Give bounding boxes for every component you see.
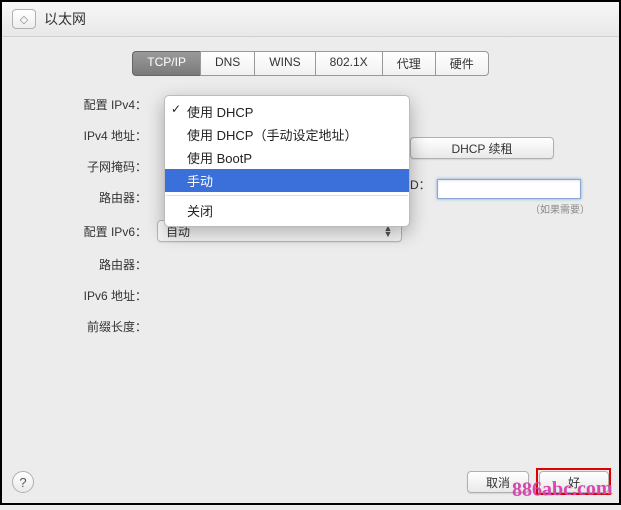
back-icon[interactable]: ◇	[12, 9, 36, 29]
client-id-hint: （如果需要）	[410, 201, 590, 216]
label-ipv6-address: IPv6 地址：	[22, 287, 157, 304]
dropdown-item-manual[interactable]: 手动	[165, 169, 409, 192]
tab-tcpip[interactable]: TCP/IP	[132, 51, 200, 76]
dropdown-separator	[166, 195, 408, 196]
label-config-ipv4: 配置 IPv4：	[22, 96, 157, 113]
dropdown-item-dhcp-manual[interactable]: 使用 DHCP（手动设定地址）	[165, 123, 409, 146]
label-ipv4-address: IPv4 地址：	[22, 127, 157, 144]
label-router: 路由器：	[22, 189, 157, 206]
client-id-input[interactable]	[437, 179, 581, 199]
tab-dns[interactable]: DNS	[200, 51, 254, 76]
tab-proxy[interactable]: 代理	[382, 51, 435, 76]
help-icon[interactable]: ?	[12, 471, 34, 493]
tab-bar: TCP/IP DNS WINS 802.1X 代理 硬件	[2, 51, 619, 76]
dropdown-item-dhcp[interactable]: 使用 DHCP	[165, 100, 409, 123]
cancel-button[interactable]: 取消	[467, 471, 529, 493]
window-title: 以太网	[44, 9, 86, 29]
ipv4-config-dropdown: 使用 DHCP 使用 DHCP（手动设定地址） 使用 BootP 手动 关闭	[164, 95, 410, 227]
client-id-label: D：	[410, 176, 431, 193]
dropdown-item-bootp[interactable]: 使用 BootP	[165, 146, 409, 169]
label-subnet-mask: 子网掩码：	[22, 158, 157, 175]
tab-wins[interactable]: WINS	[254, 51, 314, 76]
tab-hardware[interactable]: 硬件	[435, 51, 489, 76]
label-prefix-length: 前缀长度：	[22, 318, 157, 335]
label-router-ipv6: 路由器：	[22, 256, 157, 273]
dropdown-item-off[interactable]: 关闭	[165, 199, 409, 222]
dhcp-renew-button[interactable]: DHCP 续租	[410, 137, 554, 159]
label-config-ipv6: 配置 IPv6：	[22, 223, 157, 240]
tab-8021x[interactable]: 802.1X	[315, 51, 382, 76]
ok-button[interactable]: 好	[539, 471, 609, 493]
